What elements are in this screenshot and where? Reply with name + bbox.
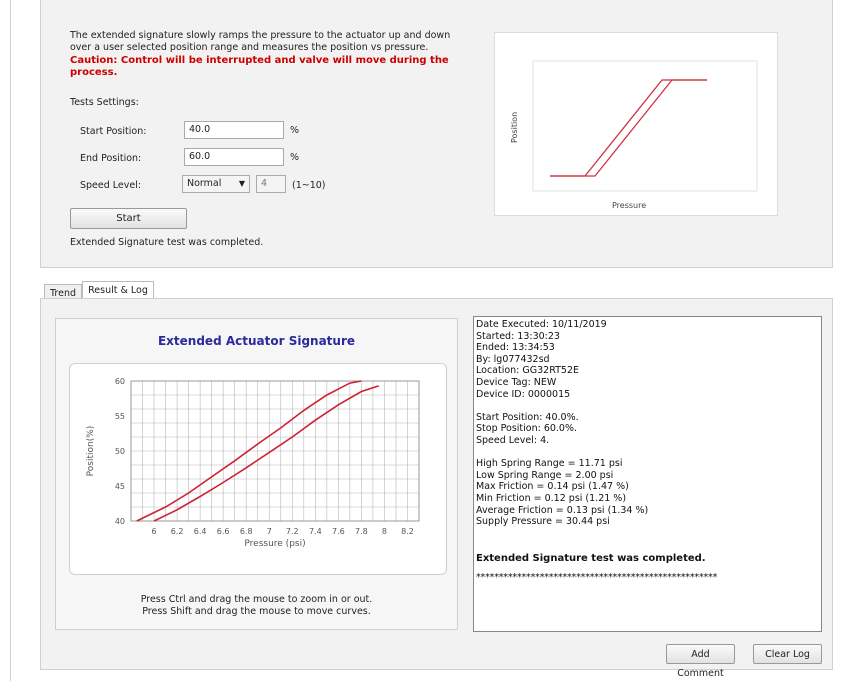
log-line: Device ID: 0000015: [476, 388, 571, 400]
speed-range-text: (1~10): [292, 180, 326, 191]
description-text: The extended signature slowly ramps the …: [70, 30, 451, 53]
x-tick-label: 7: [267, 527, 272, 536]
log-line: Speed Level: 4.: [476, 434, 550, 446]
log-line: Max Friction = 0.14 psi (1.47 %): [476, 481, 629, 493]
signature-series-line: [153, 385, 379, 522]
log-line: Ended: 13:34:53: [476, 342, 555, 354]
log-completed-text: Extended Signature test was completed.: [476, 552, 706, 564]
log-line: High Spring Range = 11.71 psi: [476, 458, 623, 470]
speed-number-input[interactable]: 4: [256, 175, 286, 193]
zoom-hint: Press Ctrl and drag the mouse to zoom in…: [140, 594, 373, 605]
log-line: Started: 13:30:23: [476, 330, 560, 342]
preview-plot-area: [532, 60, 758, 192]
chart-title: Extended Actuator Signature: [157, 334, 356, 348]
tab-trend[interactable]: Trend: [44, 284, 82, 299]
preview-chart: Pressure Position: [494, 32, 778, 216]
log-line: Location: GG32RT52E: [476, 365, 580, 377]
log-line: Average Friction = 0.13 psi (1.34 %): [476, 504, 649, 516]
clear-log-button[interactable]: Clear Log: [753, 644, 822, 664]
log-line: By: lg077432sd: [476, 353, 550, 365]
caution-text: Caution: Control will be interrupted and…: [70, 55, 449, 78]
preview-ylabel: Position: [510, 112, 519, 143]
y-tick-label: 60: [115, 377, 125, 386]
speed-level-label: Speed Level:: [80, 180, 142, 191]
x-tick-label: 6.6: [217, 527, 230, 536]
log-line: Min Friction = 0.12 psi (1.21 %): [476, 492, 627, 504]
log-line: Stop Position: 60.0%.: [476, 423, 578, 435]
tab-result-log[interactable]: Result & Log: [82, 281, 154, 299]
log-lines: Date Executed: 10/11/2019 Started: 13:30:…: [476, 319, 819, 551]
result-log[interactable]: Date Executed: 10/11/2019 Started: 13:30:…: [473, 316, 822, 632]
start-button[interactable]: Start: [70, 208, 187, 229]
log-line: Low Spring Range = 2.00 psi: [476, 469, 614, 481]
x-tick-label: 7.6: [332, 527, 345, 536]
x-tick-label: 8: [382, 527, 387, 536]
tests-settings-label: Tests Settings:: [70, 97, 139, 108]
test-status-text: Extended Signature test was completed.: [70, 237, 264, 248]
log-line: Supply Pressure = 30.44 psi: [476, 516, 610, 528]
y-tick-label: 40: [115, 517, 125, 526]
end-position-unit: %: [290, 152, 300, 163]
x-tick-label: 7.2: [286, 527, 299, 536]
x-tick-label: 6: [151, 527, 156, 536]
chevron-down-icon: ▼: [238, 179, 245, 188]
speed-select[interactable]: Normal ▼: [182, 175, 250, 193]
log-line: Device Tag: NEW: [476, 376, 557, 388]
signature-chart[interactable]: 40 45 50 55 60 6 6.2 6.4 6.6 6.8 7 7.2 7.4 7.6 7.8 8 8.2…: [69, 363, 447, 575]
start-position-unit: %: [290, 125, 300, 136]
x-tick-label: 8.2: [401, 527, 414, 536]
move-hint: Press Shift and drag the mouse to move c…: [142, 606, 371, 617]
x-tick-label: 6.2: [171, 527, 184, 536]
x-tick-label: 7.8: [355, 527, 368, 536]
end-position-label: End Position:: [80, 153, 142, 164]
end-position-input[interactable]: 60.0: [184, 148, 284, 166]
x-tick-label: 7.4: [309, 527, 322, 536]
y-tick-label: 45: [115, 482, 125, 491]
x-axis-label: Pressure (psi): [244, 539, 305, 549]
log-line: Date Executed: 10/11/2019: [476, 319, 607, 330]
preview-chart-svg: Pressure Position: [510, 60, 758, 210]
y-axis-label: Position(%): [86, 426, 96, 477]
window-left-border: [10, 0, 11, 681]
log-separator: ****************************************…: [476, 572, 718, 584]
log-line: Start Position: 40.0%.: [476, 411, 579, 423]
preview-xlabel: Pressure: [612, 201, 646, 210]
speed-select-value: Normal: [187, 178, 222, 189]
x-tick-label: 6.8: [240, 527, 253, 536]
x-tick-label: 6.4: [194, 527, 207, 536]
start-position-label: Start Position:: [80, 126, 147, 137]
y-tick-label: 55: [115, 412, 125, 421]
add-comment-button[interactable]: Add Comment: [666, 644, 735, 679]
start-position-input[interactable]: 40.0: [184, 121, 284, 139]
y-tick-label: 50: [115, 447, 125, 456]
